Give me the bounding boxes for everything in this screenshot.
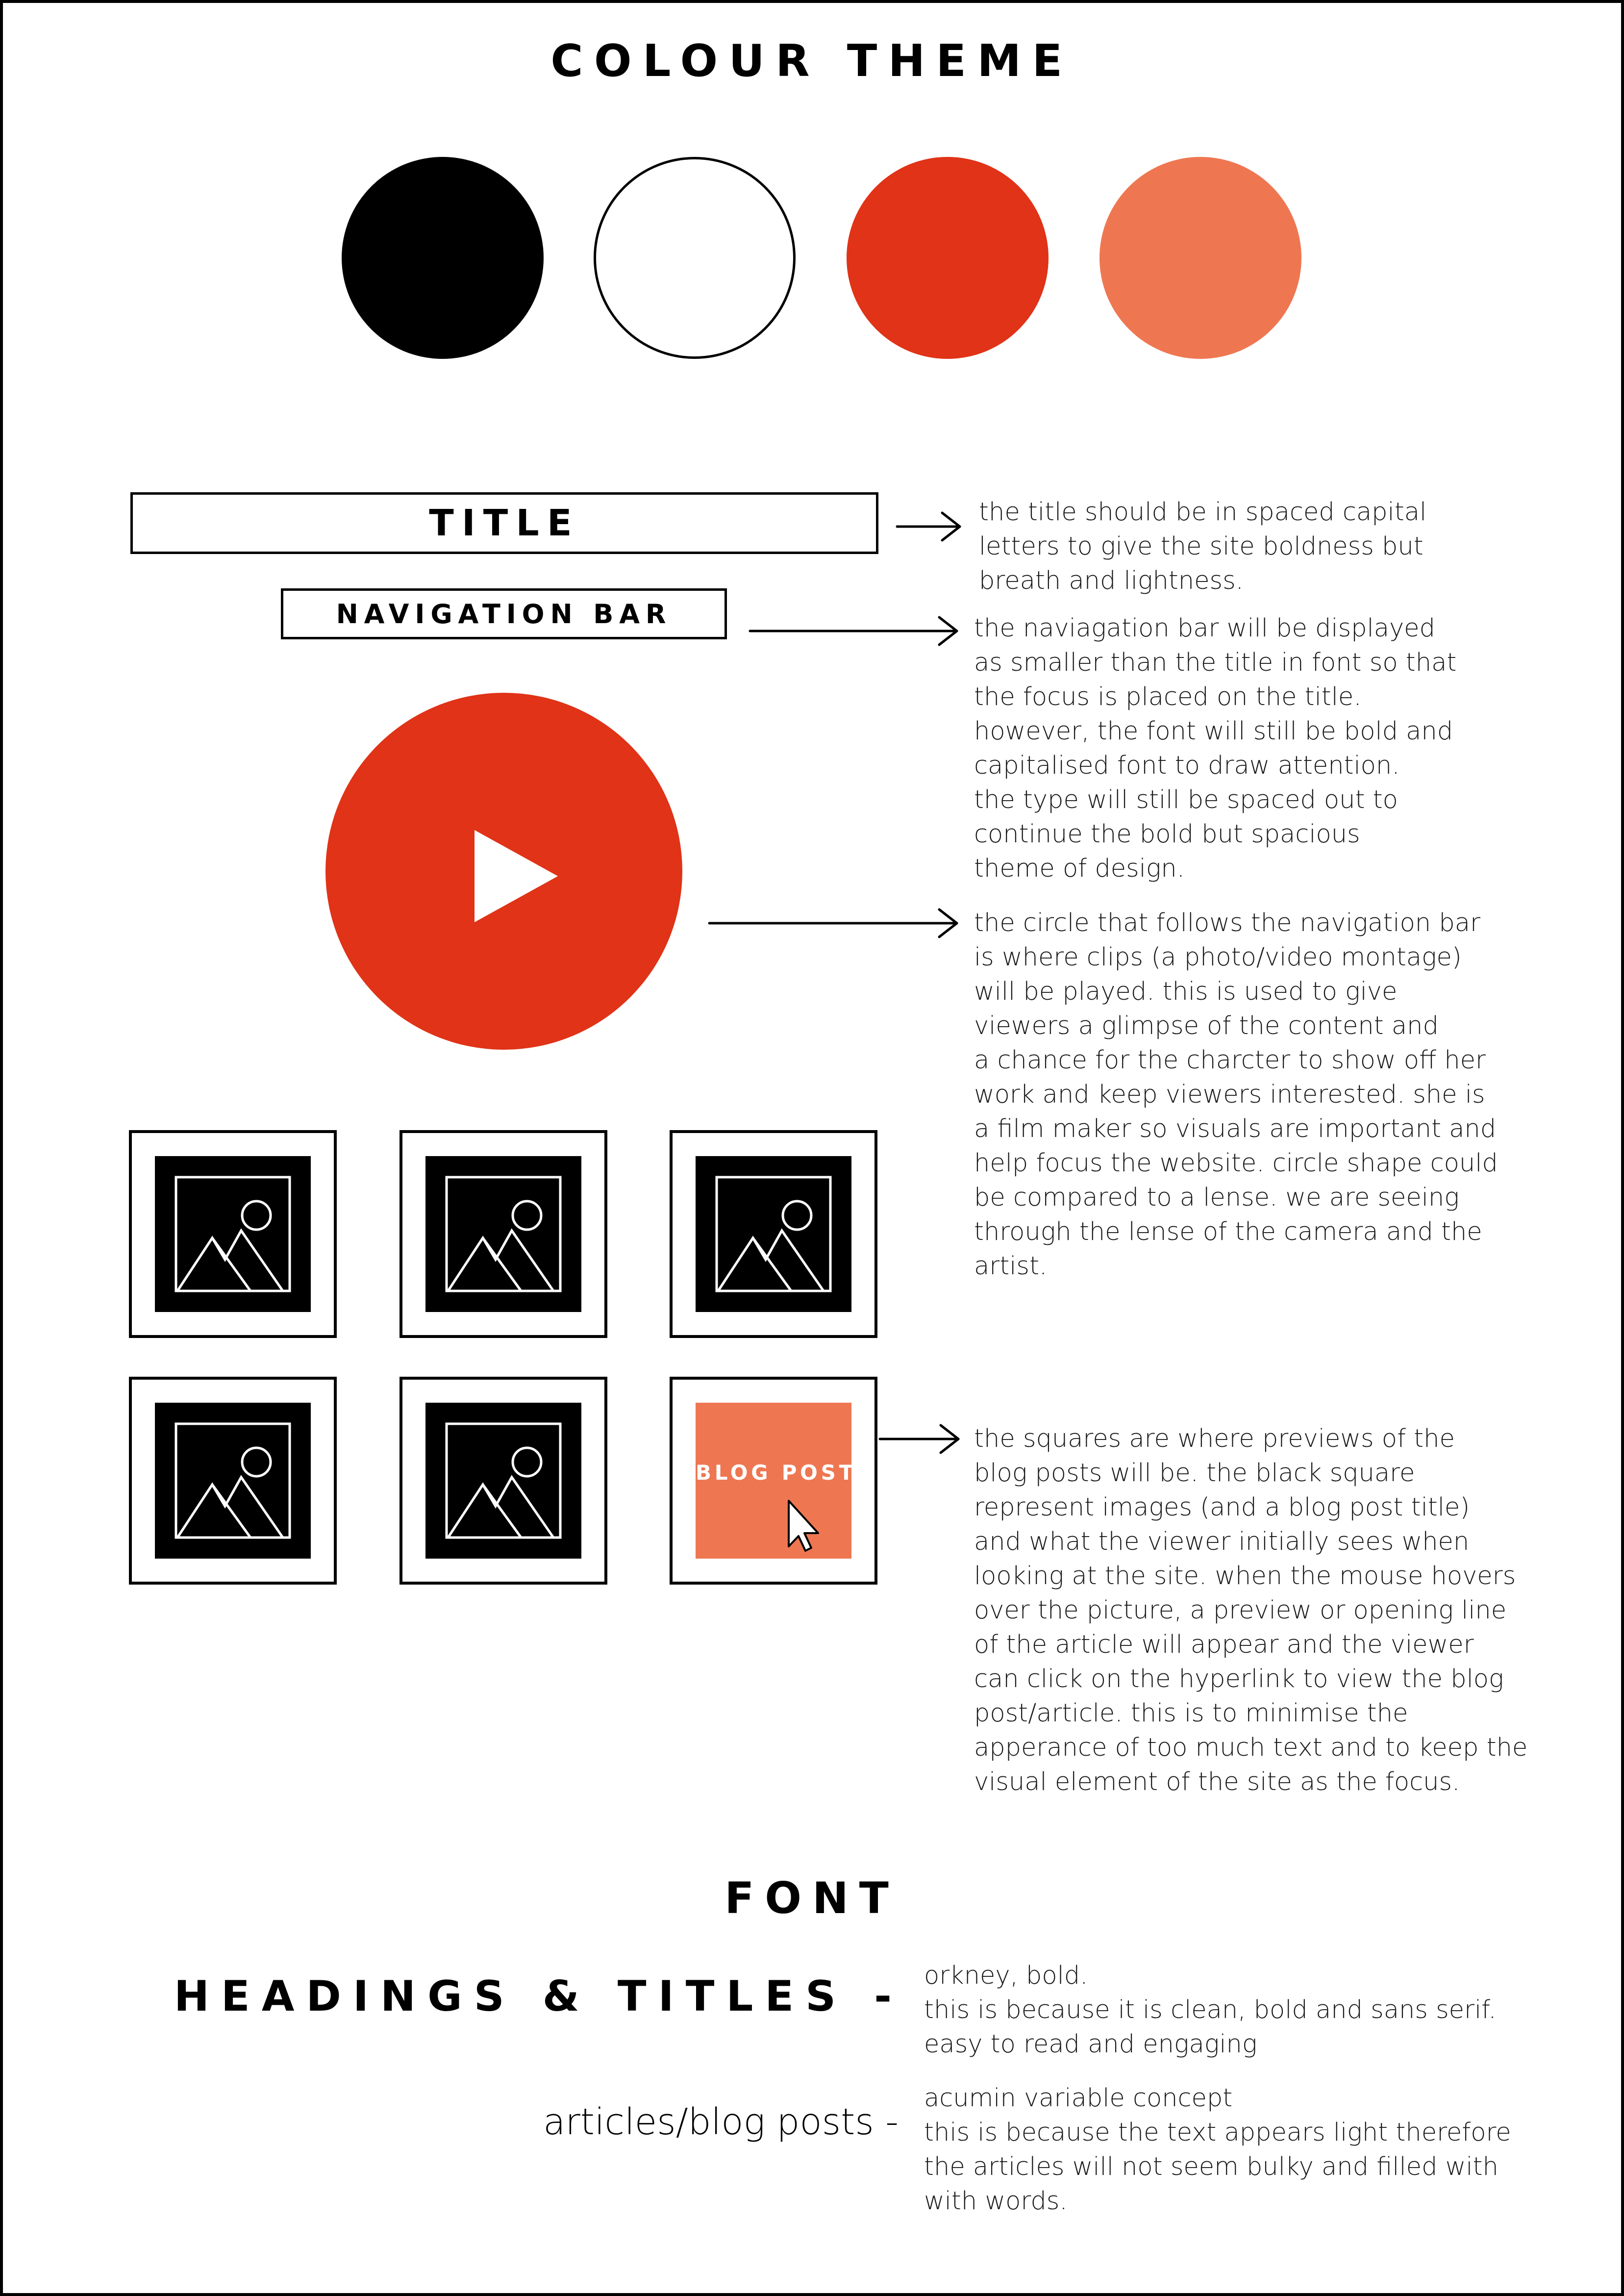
- title-box-label: TITLE: [429, 502, 580, 544]
- swatch-coral: [1099, 157, 1301, 359]
- image-placeholder-icon: [155, 1156, 311, 1312]
- blog-preview-tile: [129, 1130, 337, 1338]
- headings-font-note: orkney, bold. this is because it is clea…: [924, 1961, 1497, 2059]
- blog-preview-tile: [400, 1130, 607, 1338]
- swatch-black: [342, 157, 544, 359]
- image-placeholder-icon: [155, 1403, 311, 1559]
- swatch-red: [847, 157, 1049, 359]
- headings-titles-label: HEADINGS & TITLES -: [174, 1972, 903, 2021]
- blog-post-preview: BLOG POST: [696, 1403, 853, 1559]
- blog-preview-tile: [400, 1377, 607, 1585]
- video-montage-circle: [325, 693, 682, 1050]
- colour-theme-heading: COLOUR THEME: [550, 35, 1074, 87]
- navigation-bar-label: NAVIGATION BAR: [336, 598, 672, 630]
- play-icon: [475, 830, 558, 922]
- circle-note: the circle that follows the navigation b…: [974, 908, 1498, 1281]
- blog-post-hover-tile: BLOG POST: [670, 1377, 877, 1585]
- image-placeholder-icon: [425, 1403, 581, 1559]
- articles-font-note: acumin variable concept this is because …: [924, 2084, 1511, 2216]
- blog-preview-tile: [670, 1130, 877, 1338]
- cursor-icon: [788, 1500, 819, 1552]
- navigation-bar-box: NAVIGATION BAR: [281, 588, 727, 639]
- swatch-white: [594, 157, 796, 359]
- image-placeholder-icon: [696, 1156, 851, 1312]
- font-heading: FONT: [725, 1873, 899, 1923]
- articles-blog-posts-label: articles/blog posts -: [543, 2101, 899, 2143]
- title-box: TITLE: [130, 492, 878, 554]
- squares-note: the squares are where previews of the bl…: [974, 1424, 1528, 1796]
- navigation-note: the naviagation bar will be displayed as…: [974, 614, 1457, 883]
- image-placeholder-icon: [425, 1156, 581, 1312]
- blog-preview-tile: [129, 1377, 337, 1585]
- title-note: the title should be in spaced capital le…: [979, 498, 1427, 595]
